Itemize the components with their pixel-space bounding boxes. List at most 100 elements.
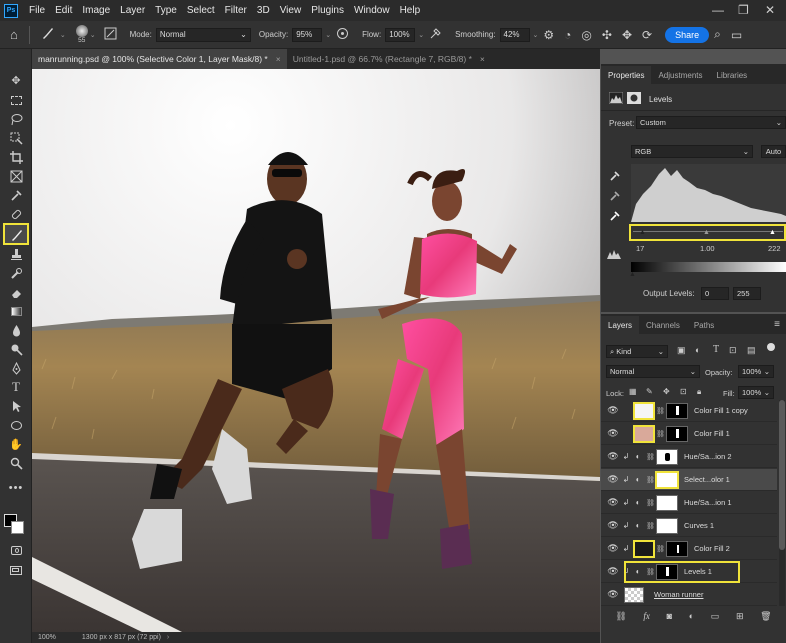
close-tab-icon[interactable]: × — [480, 54, 485, 64]
lock-transparent-icon[interactable]: ▦ — [629, 387, 637, 396]
blur-tool-icon[interactable] — [4, 321, 28, 339]
menu-help[interactable]: Help — [395, 5, 426, 16]
layer-mask-thumbnail[interactable] — [666, 540, 688, 557]
layer-style-icon[interactable]: fx — [643, 611, 650, 621]
layer-name[interactable]: Color Fill 2 — [694, 544, 730, 553]
link-chain-icon[interactable]: ⛓︎ — [646, 522, 655, 530]
marquee-tool-icon[interactable] — [4, 91, 28, 109]
orbit-icon[interactable]: ⟳ — [642, 28, 652, 42]
gear-icon[interactable]: ⚙ — [543, 28, 554, 42]
share-button[interactable]: Share — [665, 26, 710, 43]
link-chain-icon[interactable]: ⛓︎ — [656, 430, 665, 438]
layer-mask-thumbnail[interactable] — [666, 425, 688, 442]
clone-stamp-tool-icon[interactable] — [4, 245, 28, 263]
new-adjustment-icon[interactable]: ◐ — [689, 611, 694, 621]
eyedropper-tool-icon[interactable] — [4, 186, 28, 204]
layer-name[interactable]: Curves 1 — [684, 521, 714, 530]
layers-scrollbar[interactable] — [779, 400, 785, 606]
lock-artboard-icon[interactable]: ⊡ — [680, 387, 687, 396]
search-icon[interactable]: ⌕ — [714, 27, 721, 42]
chevron-right-icon[interactable]: › — [167, 634, 169, 641]
visibility-eye-icon[interactable]: 👁︎ — [606, 428, 620, 439]
document-canvas[interactable] — [32, 69, 600, 632]
visibility-eye-icon[interactable]: 👁︎ — [606, 497, 620, 508]
menu-filter[interactable]: Filter — [220, 5, 252, 16]
layer-row-hue-saturation-1[interactable]: 👁︎ ↲ ◐ ⛓︎ Hue/Sa...ion 1 — [601, 492, 777, 514]
gray-point-eyedropper-icon[interactable] — [609, 190, 621, 204]
menu-plugins[interactable]: Plugins — [306, 5, 349, 16]
blend-mode-select[interactable]: Normal ⌄ — [606, 365, 700, 378]
move-tool-icon[interactable]: ✥ — [4, 71, 28, 89]
lasso-tool-icon[interactable] — [4, 110, 28, 128]
filter-adjustment-icon[interactable]: ◐ — [695, 345, 700, 355]
link-chain-icon[interactable]: ⛓︎ — [656, 407, 665, 415]
layer-name[interactable]: Woman runner — [654, 590, 703, 599]
pressure-size-icon[interactable]: ◎ — [581, 28, 591, 42]
close-tab-icon[interactable]: × — [276, 54, 281, 64]
layer-name[interactable]: Color Fill 1 — [694, 429, 730, 438]
screen-mode-icon[interactable] — [4, 561, 28, 579]
quick-mask-icon[interactable] — [4, 541, 28, 559]
black-point-eyedropper-icon[interactable] — [609, 170, 621, 184]
link-layers-icon[interactable]: ⛓︎ — [615, 611, 626, 622]
healing-brush-tool-icon[interactable] — [4, 205, 28, 223]
layer-row-color-fill-1[interactable]: 👁︎ ⛓︎ Color Fill 1 — [601, 423, 777, 445]
symmetry-icon[interactable]: ✣ — [602, 28, 612, 42]
add-mask-icon[interactable]: ◙ — [667, 611, 672, 621]
layer-row-hue-saturation-2[interactable]: 👁︎ ↲ ◐ ⛓︎ Hue/Sa...ion 2 — [601, 446, 777, 468]
visibility-eye-icon[interactable]: 👁︎ — [606, 589, 620, 600]
black-point-handle[interactable]: ▲ — [639, 229, 646, 236]
layer-name[interactable]: Color Fill 1 copy — [694, 406, 748, 415]
layer-name[interactable]: Hue/Sa...ion 1 — [684, 498, 732, 507]
restore-button[interactable]: ❐ — [738, 3, 749, 17]
zoom-tool-icon[interactable] — [4, 454, 28, 472]
new-group-icon[interactable]: ▭ — [711, 611, 720, 622]
layer-name[interactable]: Hue/Sa...ion 2 — [684, 452, 732, 461]
ellipse-tool-icon[interactable] — [4, 416, 28, 434]
menu-window[interactable]: Window — [349, 5, 395, 16]
trash-icon[interactable]: 🗑︎ — [760, 611, 771, 622]
menu-select[interactable]: Select — [182, 5, 220, 16]
layer-mask-thumbnail[interactable] — [656, 517, 678, 534]
visibility-eye-icon[interactable]: 👁︎ — [606, 520, 620, 531]
filter-pixel-icon[interactable]: ▣ — [677, 345, 686, 356]
angle-icon[interactable]: ◔ — [564, 28, 571, 42]
layer-row-selective-color-1[interactable]: 👁︎ ↲ ◐ ⛓︎ Select...olor 1 — [601, 469, 777, 491]
frame-tool-icon[interactable] — [4, 167, 28, 185]
layer-mask-thumbnail[interactable] — [656, 448, 678, 465]
lock-position-icon[interactable]: ✥ — [663, 387, 670, 396]
menu-file[interactable]: File — [24, 5, 50, 16]
background-color-swatch[interactable] — [11, 521, 24, 534]
filter-type-icon[interactable]: T — [713, 344, 719, 355]
visibility-eye-icon[interactable]: 👁︎ — [606, 543, 620, 554]
layer-mask-thumbnail[interactable] — [655, 470, 679, 489]
history-brush-tool-icon[interactable] — [4, 264, 28, 282]
document-info[interactable]: 1300 px x 817 px (72 ppi) — [82, 634, 161, 641]
path-selection-tool-icon[interactable] — [4, 397, 28, 415]
smoothing-field[interactable]: 42% — [499, 27, 530, 42]
layer-opacity-field[interactable]: 100% ⌄ — [738, 365, 774, 378]
layer-row-curves-1[interactable]: 👁︎ ↲ ◐ ⛓︎ Curves 1 — [601, 515, 777, 537]
white-point-handle[interactable]: ▲ — [769, 229, 776, 236]
eraser-tool-icon[interactable] — [4, 283, 28, 301]
auto-button[interactable]: Auto — [761, 145, 786, 158]
visibility-eye-icon[interactable]: 👁︎ — [606, 566, 620, 577]
gamma-handle[interactable]: ▲ — [703, 229, 710, 236]
tab-paths[interactable]: Paths — [687, 316, 721, 334]
mode-select[interactable]: Normal ⌄ — [155, 27, 251, 42]
visibility-eye-icon[interactable]: 👁︎ — [606, 405, 620, 416]
tab-libraries[interactable]: Libraries — [710, 66, 755, 84]
filter-smart-object-icon[interactable]: ▤ — [747, 345, 756, 356]
brush-tool-preset-icon[interactable] — [41, 26, 55, 43]
layer-fill-field[interactable]: 100% ⌄ — [738, 386, 774, 399]
crop-tool-icon[interactable] — [4, 148, 28, 166]
layer-mask-thumbnail[interactable] — [656, 494, 678, 511]
channel-select[interactable]: RGB ⌄ — [631, 145, 753, 158]
flow-field[interactable]: 100% — [385, 27, 416, 42]
brush-tool-icon[interactable] — [3, 223, 29, 245]
lock-all-icon[interactable]: 🔒︎ — [697, 387, 701, 397]
menu-image[interactable]: Image — [77, 5, 115, 16]
menu-3d[interactable]: 3D — [252, 5, 275, 16]
scrollbar-thumb[interactable] — [779, 400, 785, 550]
output-white-field[interactable]: 255 — [733, 287, 761, 300]
